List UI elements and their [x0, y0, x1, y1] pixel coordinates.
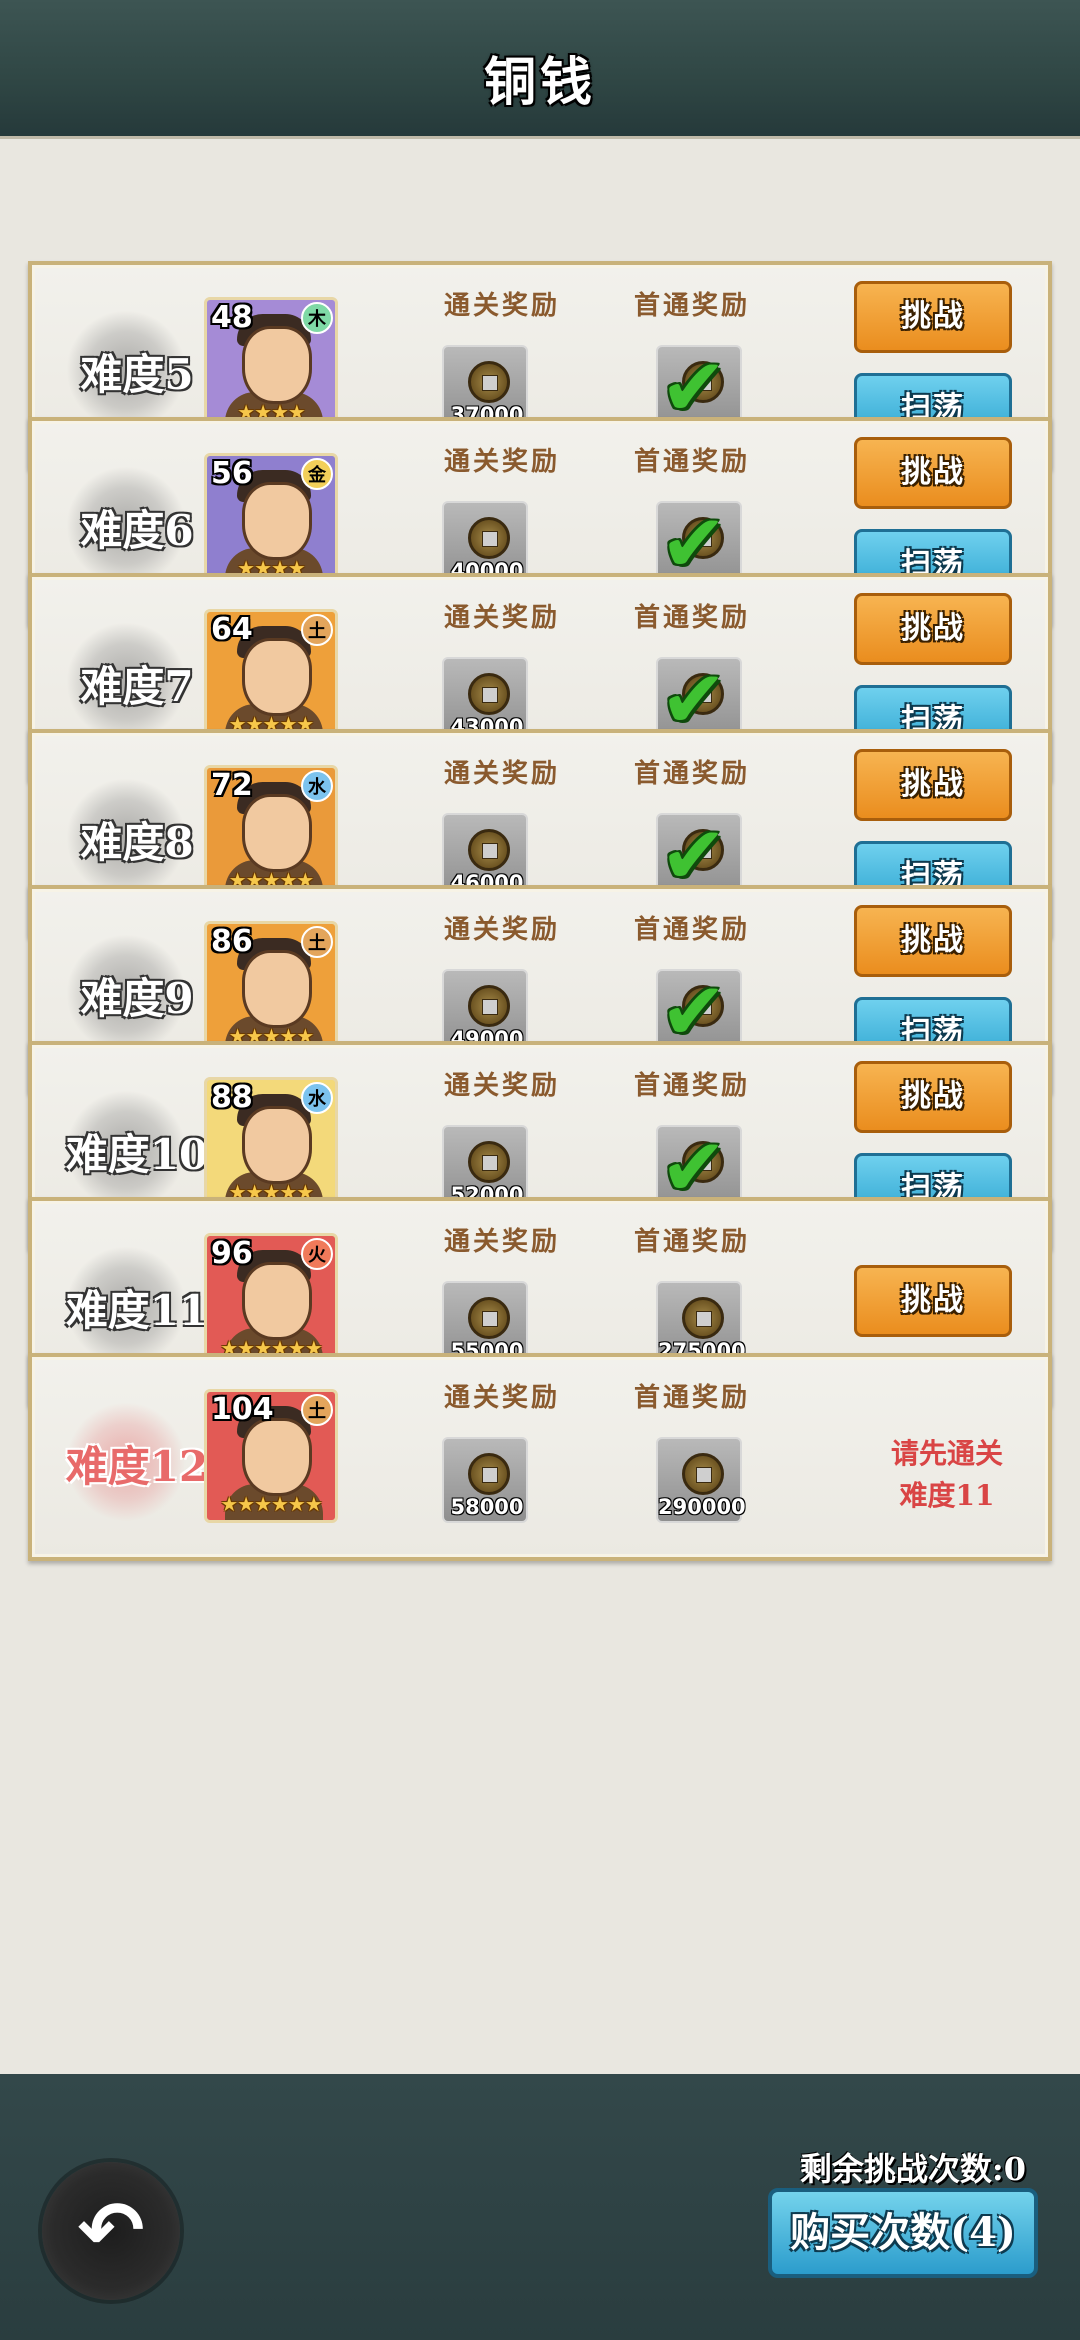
star-rating: ★★★★★★: [220, 1492, 323, 1516]
copper-coin-icon: [468, 517, 510, 559]
locked-note-line2: 难度11: [899, 1479, 995, 1512]
portrait-face: [242, 1418, 312, 1496]
enemy-level: 104: [211, 1392, 274, 1427]
enemy-portrait[interactable]: 86 土 ★★★★★: [204, 921, 338, 1055]
challenge-button[interactable]: 挑战: [854, 1265, 1012, 1337]
copper-coin-icon: [682, 1453, 724, 1495]
copper-coin-icon: [468, 673, 510, 715]
stage-list-panel: 难度5 48 木 ★★★★ 通关奖励 首通奖励 37000 ✔ 挑战 扫荡 难度6 56 金 ★★★★ 通关…: [0, 136, 1080, 2077]
portrait-face: [242, 326, 312, 404]
first-reward-item[interactable]: 290000: [656, 1437, 746, 1523]
portrait-face: [242, 1262, 312, 1340]
portrait-face: [242, 794, 312, 872]
clear-reward-title: 通关奖励: [444, 291, 561, 321]
enemy-level: 88: [211, 1080, 253, 1115]
element-badge: 火: [301, 1238, 333, 1270]
challenge-button[interactable]: 挑战: [854, 905, 1012, 977]
enemy-portrait[interactable]: 48 木 ★★★★: [204, 297, 338, 431]
enemy-portrait[interactable]: 56 金 ★★★★: [204, 453, 338, 587]
first-reward-amount: 290000: [658, 1495, 746, 1519]
challenge-button[interactable]: 挑战: [854, 1061, 1012, 1133]
first-reward-title: 首通奖励: [634, 603, 751, 633]
copper-coin-icon: [468, 829, 510, 871]
element-badge: 土: [301, 614, 333, 646]
enemy-portrait[interactable]: 96 火 ★★★★★★: [204, 1233, 338, 1367]
page-title: 铜钱: [483, 52, 596, 113]
first-reward-title: 首通奖励: [634, 759, 751, 789]
element-badge: 金: [301, 458, 333, 490]
clear-reward-title: 通关奖励: [444, 915, 561, 945]
portrait-face: [242, 482, 312, 560]
enemy-level: 96: [211, 1236, 253, 1271]
clear-reward-title: 通关奖励: [444, 1071, 561, 1101]
element-badge: 木: [301, 302, 333, 334]
clear-reward-title: 通关奖励: [444, 759, 561, 789]
enemy-portrait[interactable]: 104 土 ★★★★★★: [204, 1389, 338, 1523]
first-reward-title: 首通奖励: [634, 1383, 751, 1413]
portrait-face: [242, 638, 312, 716]
copper-coin-icon: [468, 985, 510, 1027]
enemy-portrait[interactable]: 64 土 ★★★★★: [204, 609, 338, 743]
enemy-portrait[interactable]: 72 水 ★★★★★: [204, 765, 338, 899]
clear-reward-title: 通关奖励: [444, 603, 561, 633]
enemy-level: 64: [211, 612, 253, 647]
challenge-button[interactable]: 挑战: [854, 281, 1012, 353]
element-badge: 土: [301, 1394, 333, 1426]
first-reward-title: 首通奖励: [634, 291, 751, 321]
portrait-face: [242, 950, 312, 1028]
element-badge: 水: [301, 1082, 333, 1114]
enemy-portrait[interactable]: 88 水 ★★★★★: [204, 1077, 338, 1211]
clear-reward-item[interactable]: 58000: [442, 1437, 528, 1523]
back-button[interactable]: ↶: [42, 2162, 180, 2300]
locked-note: 请先通关难度11: [832, 1433, 1062, 1517]
element-badge: 土: [301, 926, 333, 958]
enemy-level: 56: [211, 456, 253, 491]
element-badge: 水: [301, 770, 333, 802]
copper-coin-icon: [468, 1297, 510, 1339]
copper-coin-icon: [468, 1141, 510, 1183]
portrait-face: [242, 1106, 312, 1184]
first-reward-title: 首通奖励: [634, 447, 751, 477]
buy-attempts-button[interactable]: 购买次数(4): [768, 2188, 1038, 2278]
challenge-button[interactable]: 挑战: [854, 593, 1012, 665]
enemy-level: 48: [211, 300, 253, 335]
challenge-button[interactable]: 挑战: [854, 749, 1012, 821]
copper-coin-icon: [468, 1453, 510, 1495]
stage-row: 难度12 104 土 ★★★★★★ 通关奖励 首通奖励 58000 290000 请先通关 难度1…: [28, 1353, 1052, 1561]
locked-note-line1: 请先通关: [890, 1437, 1003, 1470]
copper-coin-icon: [468, 361, 510, 403]
enemy-level: 72: [211, 768, 253, 803]
challenge-button[interactable]: 挑战: [854, 437, 1012, 509]
remaining-challenges: 剩余挑战次数:0: [799, 2150, 1026, 2188]
first-reward-title: 首通奖励: [634, 1071, 751, 1101]
copper-coin-icon: [682, 1297, 724, 1339]
clear-reward-amount: 58000: [450, 1495, 524, 1519]
header-bar: 铜钱: [0, 0, 1080, 138]
back-arrow-icon: ↶: [77, 2184, 145, 2277]
first-reward-title: 首通奖励: [634, 1227, 751, 1257]
clear-reward-title: 通关奖励: [444, 447, 561, 477]
clear-reward-title: 通关奖励: [444, 1227, 561, 1257]
enemy-level: 86: [211, 924, 253, 959]
clear-reward-title: 通关奖励: [444, 1383, 561, 1413]
first-reward-title: 首通奖励: [634, 915, 751, 945]
